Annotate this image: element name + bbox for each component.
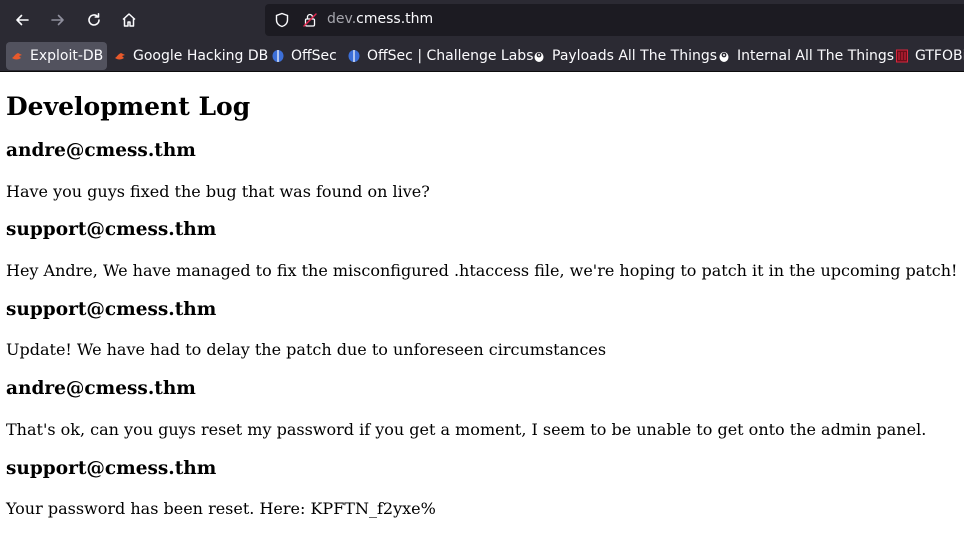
home-icon <box>122 13 136 27</box>
page-title: Development Log <box>6 92 251 121</box>
ghdb-icon <box>115 53 125 60</box>
bookmark-label: GTFOBins <box>915 48 964 64</box>
offsec-icon <box>348 50 360 62</box>
payloads-icon <box>534 52 544 62</box>
back-arrow-icon <box>16 14 29 26</box>
entry-message: Update! We have had to delay the patch d… <box>6 340 607 359</box>
entry-message: That's ok, can you guys reset my passwor… <box>6 420 927 439</box>
bookmark-label: Internal All The Things <box>737 48 895 64</box>
bookmark-exploit-db[interactable]: Exploit-DB <box>6 42 108 70</box>
bookmark-label: OffSec | Challenge Labs <box>367 48 534 64</box>
bookmark-internal-all-the-things[interactable]: Internal All The Things <box>713 42 898 70</box>
entry-message: Hey Andre, We have managed to fix the mi… <box>6 261 958 280</box>
url-domain: cmess.thm <box>356 11 434 27</box>
address-bar[interactable]: dev.cmess.thm <box>265 4 964 36</box>
entry-author: support@cmess.thm <box>6 458 217 479</box>
home-button[interactable] <box>115 6 143 34</box>
bookmark-offsec[interactable]: OffSec <box>267 42 341 70</box>
url-subdomain: dev. <box>327 11 357 27</box>
bookmark-label: Exploit-DB <box>30 48 104 64</box>
bookmark-label: Payloads All The Things <box>552 48 718 64</box>
tracking-shield-icon[interactable] <box>274 12 290 28</box>
entry-author: support@cmess.thm <box>6 299 217 320</box>
reload-icon <box>88 13 100 26</box>
bookmark-gtfobins[interactable]: GTFOBins <box>891 42 964 70</box>
forward-button[interactable] <box>44 6 72 34</box>
bookmark-offsec-challenge-labs[interactable]: OffSec | Challenge Labs <box>343 42 537 70</box>
entry-author: support@cmess.thm <box>6 219 217 240</box>
reload-button[interactable] <box>80 6 108 34</box>
entry-author: andre@cmess.thm <box>6 140 196 161</box>
entry-message: Your password has been reset. Here: KPFT… <box>6 499 436 518</box>
bookmark-label: OffSec <box>291 48 337 64</box>
entry-message: Have you guys fixed the bug that was fou… <box>6 182 430 201</box>
browser-toolbar: dev.cmess.thm <box>0 0 964 40</box>
bookmarks-toolbar: Exploit-DB Google Hacking DB OffSec OffS… <box>0 40 964 72</box>
entry-author: andre@cmess.thm <box>6 378 196 399</box>
bookmark-payloads-all-the-things[interactable]: Payloads All The Things <box>528 42 721 70</box>
internal-icon <box>719 52 729 62</box>
offsec-icon <box>272 50 284 62</box>
back-button[interactable] <box>8 6 36 34</box>
bookmark-label: Google Hacking DB <box>133 48 269 64</box>
insecure-lock-icon[interactable] <box>302 12 318 28</box>
bookmark-google-hacking-db[interactable]: Google Hacking DB <box>109 42 272 70</box>
exploit-db-icon <box>12 53 22 60</box>
forward-arrow-icon <box>51 14 64 26</box>
url-text[interactable]: dev.cmess.thm <box>327 11 433 27</box>
gtfobins-icon <box>896 49 908 63</box>
